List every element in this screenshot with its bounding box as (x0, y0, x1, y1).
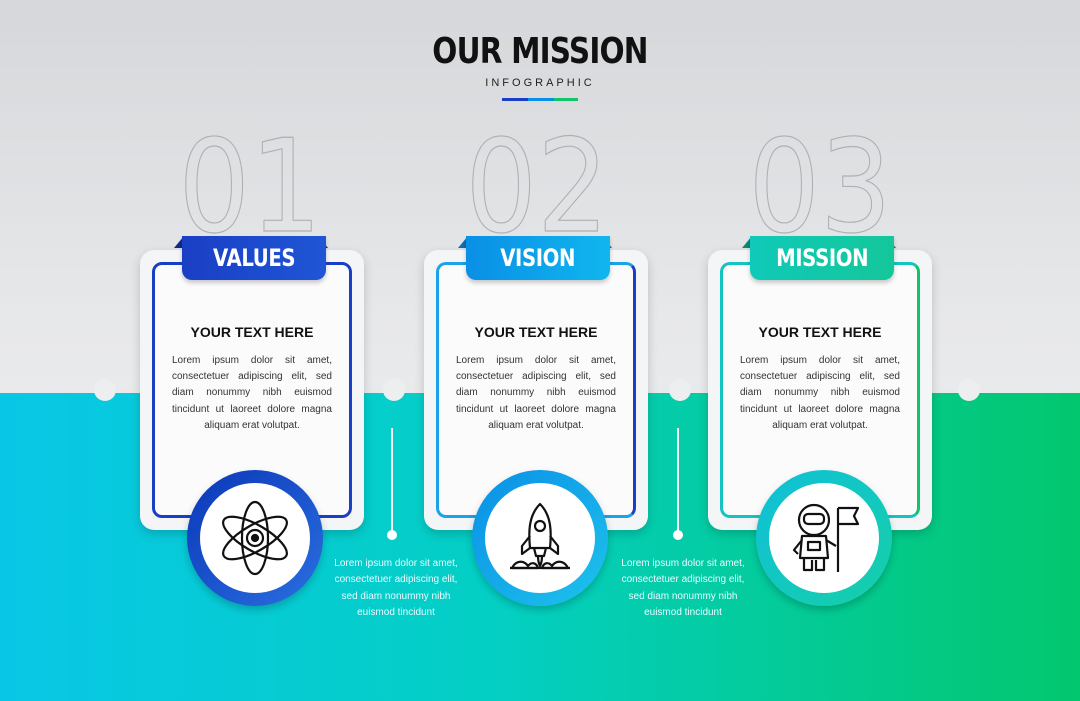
icon-face (769, 483, 879, 593)
atom-icon (222, 500, 288, 576)
ribbon-values: VALUES (182, 236, 326, 280)
ribbon-label: MISSION (775, 244, 869, 272)
step-number-3: 03 (748, 113, 892, 262)
rocket-icon (510, 502, 570, 570)
caption-text: Lorem ipsum dolor sit amet, consectetuer… (621, 558, 745, 618)
ribbon-label: VALUES (212, 244, 296, 272)
icon-ring (187, 470, 323, 606)
timeline-dot (94, 379, 116, 401)
ribbon-mission: MISSION (750, 236, 894, 280)
icon-face (485, 483, 595, 593)
timeline-dot (383, 379, 405, 401)
infographic-canvas: OUR MISSION INFOGRAPHIC 01 02 03 VALUES … (0, 0, 1080, 701)
ribbon-vision: VISION (466, 236, 610, 280)
step-number-2: 02 (465, 113, 609, 262)
caption-text: Lorem ipsum dolor sit amet, consectetuer… (334, 558, 458, 618)
icon-ring (756, 470, 892, 606)
icon-ring (472, 470, 608, 606)
page-title: OUR MISSION (432, 31, 648, 72)
page-subtitle: INFOGRAPHIC (485, 77, 595, 89)
connector-dot (673, 530, 683, 540)
timeline-dot (669, 379, 691, 401)
connector-dot (387, 530, 397, 540)
step-number-1: 01 (178, 113, 322, 262)
card-heading: YOUR TEXT HERE (190, 324, 314, 340)
astronaut-flag-icon (792, 503, 860, 572)
card-heading: YOUR TEXT HERE (758, 324, 882, 340)
connector-line (677, 428, 679, 532)
title-underline-green (554, 98, 578, 101)
timeline-dot (958, 379, 980, 401)
card-body: Lorem ipsum dolor sit amet, consectetuer… (172, 355, 332, 431)
card-body: Lorem ipsum dolor sit amet, consectetuer… (456, 355, 616, 431)
card-heading: YOUR TEXT HERE (474, 324, 598, 340)
title-underline-sky (528, 98, 554, 101)
card-body: Lorem ipsum dolor sit amet, consectetuer… (740, 355, 900, 431)
title-underline-blue (502, 98, 528, 101)
ribbon-label: VISION (500, 244, 576, 272)
icon-face (200, 483, 310, 593)
connector-line (391, 428, 393, 532)
